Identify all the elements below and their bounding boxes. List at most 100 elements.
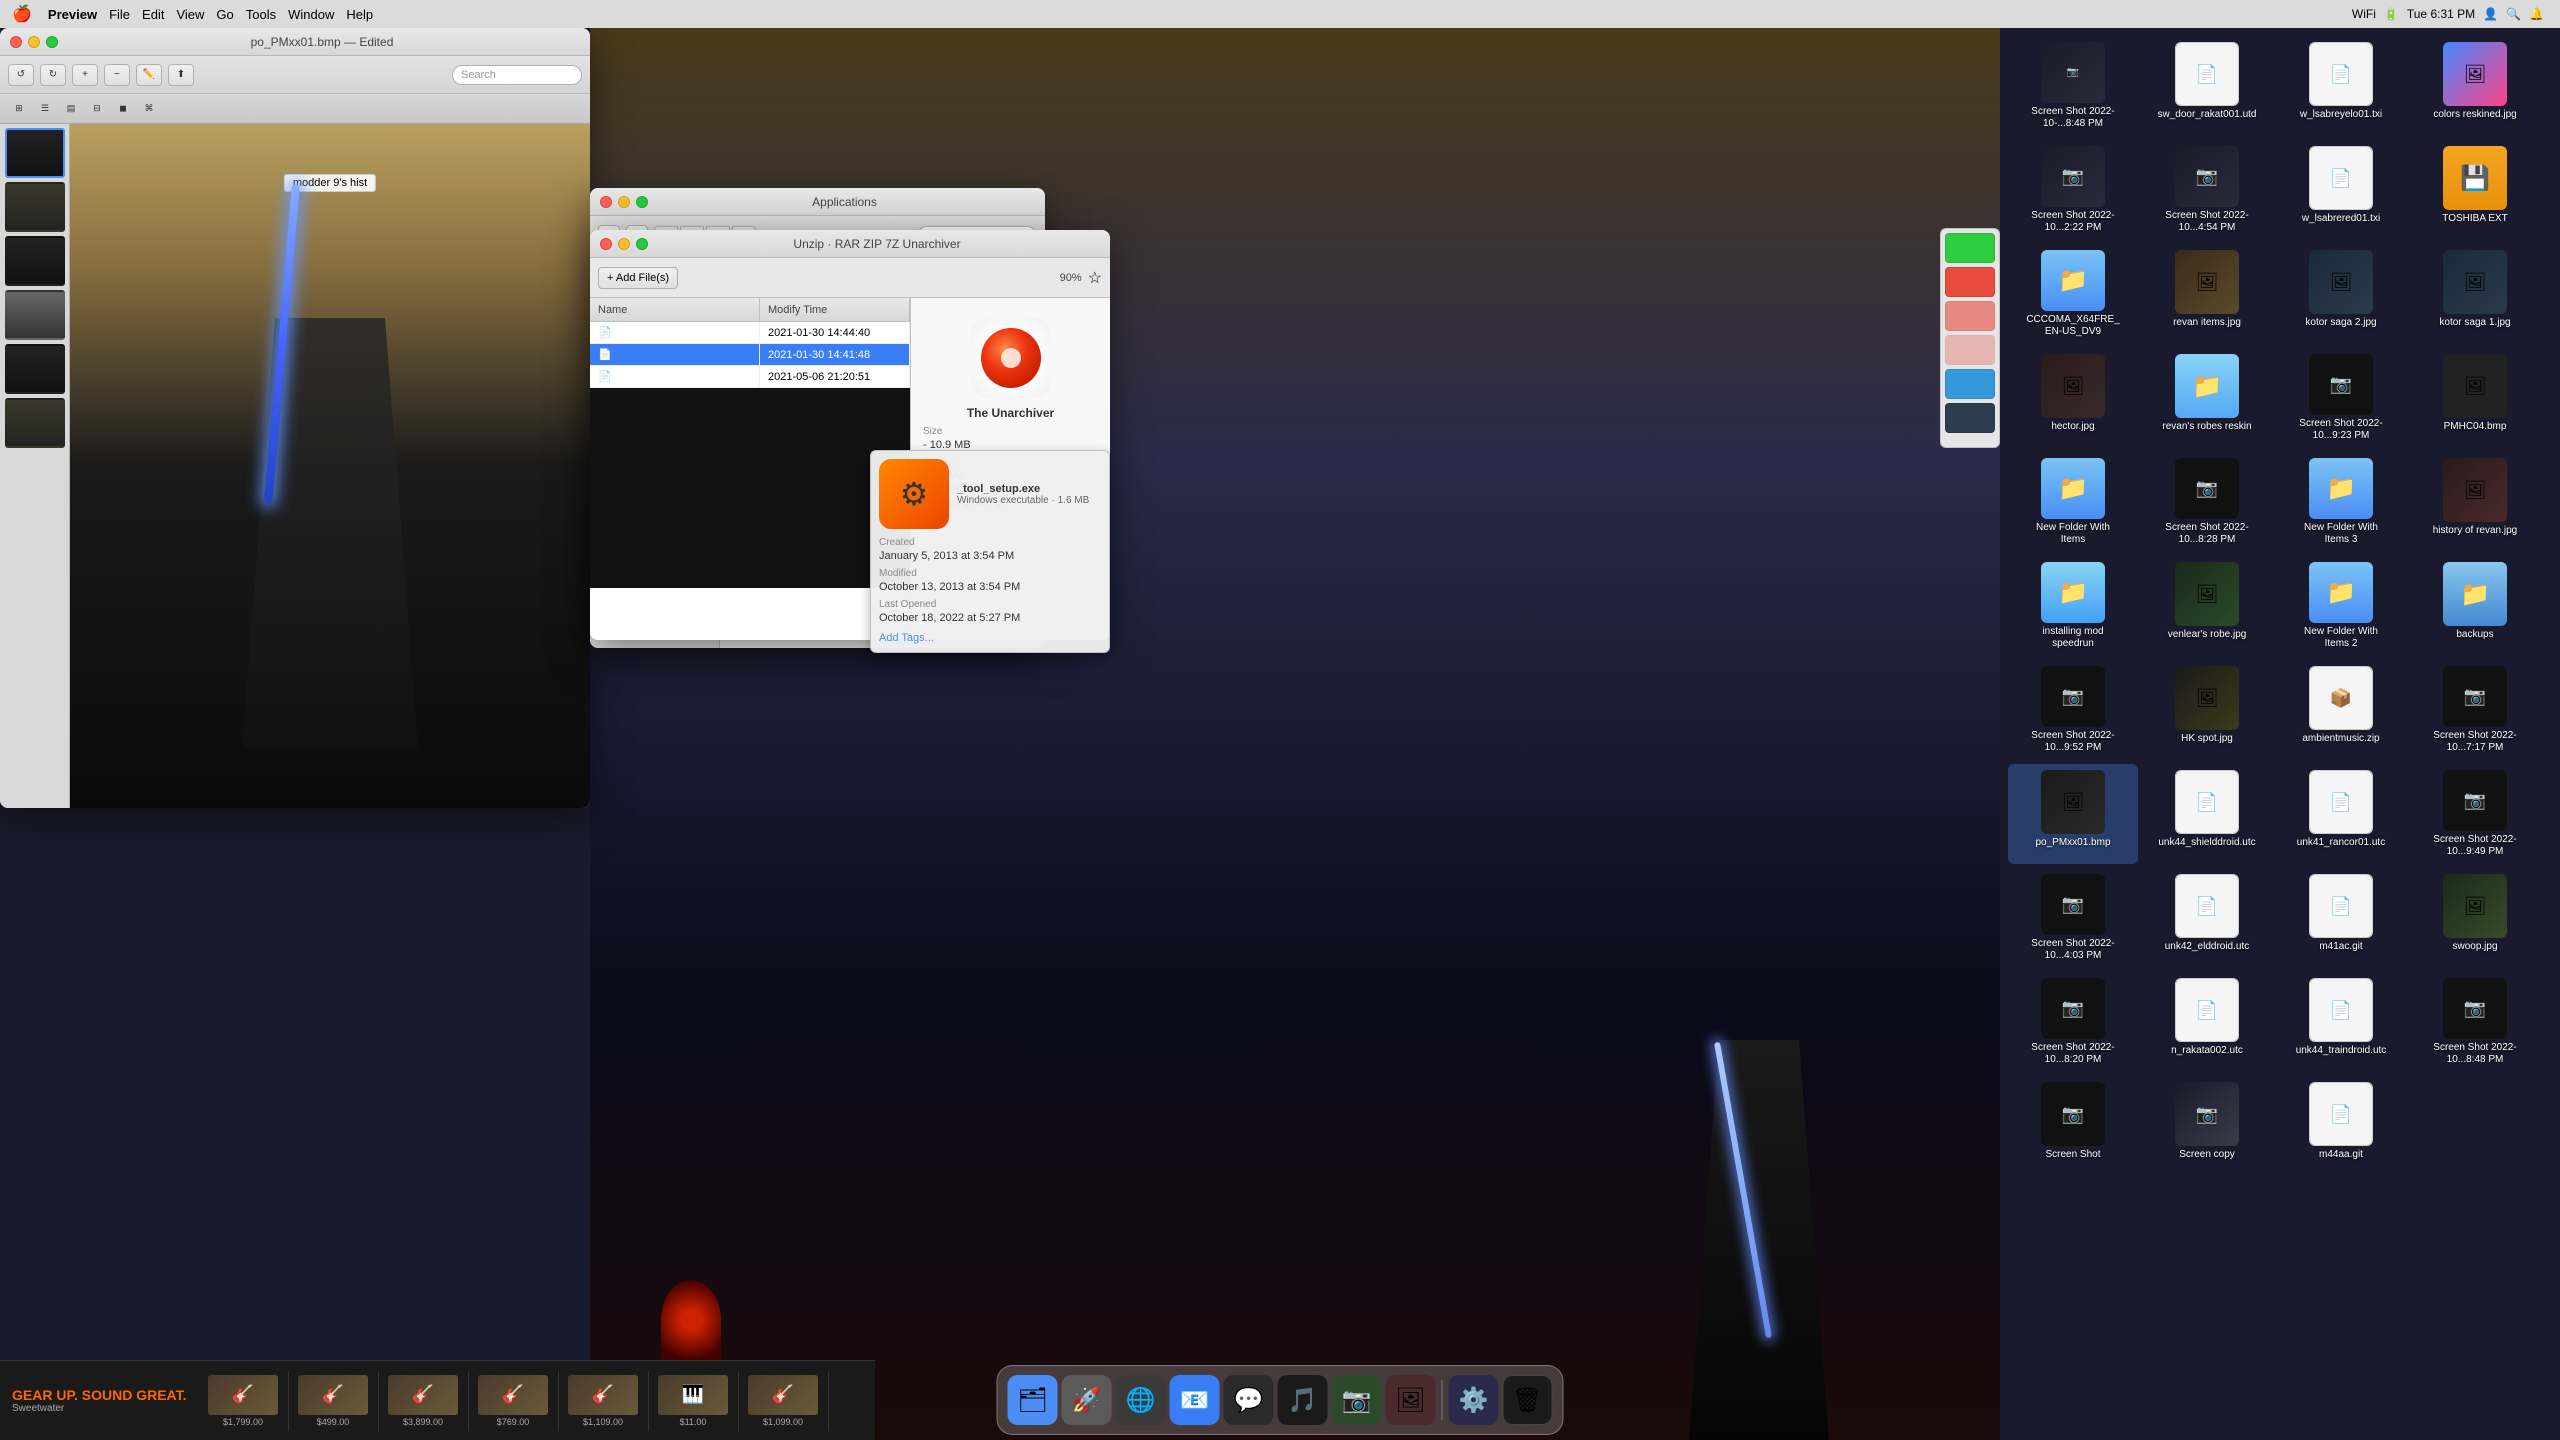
menubar-user[interactable]: 👤 xyxy=(2483,7,2498,21)
finder-minimize[interactable] xyxy=(618,196,630,208)
close-button[interactable] xyxy=(10,36,22,48)
menubar-battery[interactable]: 🔋 xyxy=(2384,7,2399,21)
ad-item-7[interactable]: 🎸 $1,099.00 xyxy=(739,1371,829,1431)
add-files-button[interactable]: + Add File(s) xyxy=(598,267,678,289)
unarchiver-star[interactable]: ☆ xyxy=(1088,268,1102,288)
app-menu-preview[interactable]: Preview xyxy=(48,7,97,22)
thumb-5[interactable] xyxy=(5,344,65,394)
menubar-wifi[interactable]: WiFi xyxy=(2352,7,2376,21)
minimize-button[interactable] xyxy=(28,36,40,48)
col-name[interactable]: Name xyxy=(590,298,760,321)
desktop-icon-colors[interactable]: 🖼 colors reskined.jpg xyxy=(2410,36,2540,136)
desktop-icon-new-folder-2[interactable]: 📁 New Folder With Items 2 xyxy=(2276,556,2406,656)
desktop-icon-new-folder-1[interactable]: 📁 New Folder With Items xyxy=(2008,452,2138,552)
menu-window[interactable]: Window xyxy=(288,7,334,22)
menu-tools[interactable]: Tools xyxy=(246,7,276,22)
apple-menu-icon[interactable]: 🍎 xyxy=(12,4,32,24)
dock-finder[interactable]: 🗂 xyxy=(1008,1375,1058,1425)
desktop-icon-n-rakata[interactable]: 📄 n_rakata002.utc xyxy=(2142,972,2272,1072)
desktop-icon-screen-copy[interactable]: 📷 Screen copy xyxy=(2142,1076,2272,1176)
toolbar-share[interactable]: ⬆ xyxy=(168,64,194,86)
thumb-1[interactable] xyxy=(5,128,65,178)
dock-preview[interactable]: 🖼 xyxy=(1386,1375,1436,1425)
dock-launchpad[interactable]: 🚀 xyxy=(1062,1375,1112,1425)
thumb-3[interactable] xyxy=(5,236,65,286)
desktop-icon-screenshot-3[interactable]: 📷 Screen Shot 2022-10...4:54 PM xyxy=(2142,140,2272,240)
desktop-icon-hk-spot[interactable]: 🖼 HK spot.jpg xyxy=(2142,660,2272,760)
tb2-list[interactable]: ☰ xyxy=(34,99,56,119)
desktop-icon-screenshot-1[interactable]: 📷 Screen Shot 2022-10-...8:48 PM xyxy=(2008,36,2138,136)
desktop-icon-hector[interactable]: 🖼 hector.jpg xyxy=(2008,348,2138,448)
toolbar-rotate-right[interactable]: ↻ xyxy=(40,64,66,86)
desktop-icon-screenshot-820[interactable]: 📷 Screen Shot 2022-10...8:20 PM xyxy=(2008,972,2138,1072)
color-light-red[interactable] xyxy=(1945,301,1995,331)
tb2-cover[interactable]: ⊟ xyxy=(86,99,108,119)
desktop-icon-sw-door[interactable]: 📄 sw_door_rakat001.utd xyxy=(2142,36,2272,136)
menu-file[interactable]: File xyxy=(109,7,130,22)
add-tags-link[interactable]: Add Tags... xyxy=(879,632,1101,644)
desktop-icon-kotor1[interactable]: 🖼 kotor saga 1.jpg xyxy=(2410,244,2540,344)
desktop-icon-unk44-shield[interactable]: 📄 unk44_shielddroid.utc xyxy=(2142,764,2272,864)
ad-item-5[interactable]: 🎸 $1,109.00 xyxy=(559,1371,649,1431)
thumb-4[interactable] xyxy=(5,290,65,340)
tb2-fill[interactable]: ◼ xyxy=(112,99,134,119)
dock-messages[interactable]: 💬 xyxy=(1224,1375,1274,1425)
finder-close[interactable] xyxy=(600,196,612,208)
preview-search[interactable]: Search xyxy=(452,65,582,85)
list-row-2[interactable]: 📄 2021-05-06 21:20:51 xyxy=(590,366,910,388)
desktop-icon-new-folder-3[interactable]: 📁 New Folder With Items 3 xyxy=(2276,452,2406,552)
menubar-notification[interactable]: 🔔 xyxy=(2529,7,2544,21)
desktop-icon-screenshot-428[interactable]: 📷 Screen Shot 2022-10...8:28 PM xyxy=(2142,452,2272,552)
tb2-grid[interactable]: ⊞ xyxy=(8,99,30,119)
desktop-icon-pmhc04[interactable]: 🖼 PMHC04.bmp xyxy=(2410,348,2540,448)
color-red[interactable] xyxy=(1945,267,1995,297)
desktop-icon-kotor2[interactable]: 🖼 kotor saga 2.jpg xyxy=(2276,244,2406,344)
preview-thumbnail-sidebar[interactable] xyxy=(0,124,70,808)
finder-maximize[interactable] xyxy=(636,196,648,208)
desktop-icon-lsabreyelo[interactable]: 📄 w_lsabreyelo01.txi xyxy=(2276,36,2406,136)
menu-help[interactable]: Help xyxy=(346,7,373,22)
toolbar-markup[interactable]: ✏️ xyxy=(136,64,162,86)
tb2-annotate[interactable]: ⌘ xyxy=(138,99,160,119)
list-row-1[interactable]: 📄 2021-01-30 14:41:48 xyxy=(590,344,910,366)
dock-system-prefs[interactable]: ⚙️ xyxy=(1449,1375,1499,1425)
unarchiver-minimize[interactable] xyxy=(618,238,630,250)
ad-item-4[interactable]: 🎸 $769.00 xyxy=(469,1371,559,1431)
thumb-2[interactable] xyxy=(5,182,65,232)
color-blue[interactable] xyxy=(1945,369,1995,399)
dock-safari[interactable]: 🌐 xyxy=(1116,1375,1166,1425)
desktop-icon-screenshot-717[interactable]: 📷 Screen Shot 2022-10...7:17 PM xyxy=(2410,660,2540,760)
desktop-icon-ambientmusic[interactable]: 📦 ambientmusic.zip xyxy=(2276,660,2406,760)
color-dark[interactable] xyxy=(1945,403,1995,433)
ad-item-2[interactable]: 🎸 $499.00 xyxy=(289,1371,379,1431)
color-pale-red[interactable] xyxy=(1945,335,1995,365)
desktop-icon-screenshot-last[interactable]: 📷 Screen Shot xyxy=(2008,1076,2138,1176)
desktop-icon-m41ac[interactable]: 📄 m41ac.git xyxy=(2276,868,2406,968)
ad-item-3[interactable]: 🎸 $3,899.00 xyxy=(379,1371,469,1431)
menu-edit[interactable]: Edit xyxy=(142,7,164,22)
desktop-icon-history-revan[interactable]: 🖼 history of revan.jpg xyxy=(2410,452,2540,552)
menu-go[interactable]: Go xyxy=(216,7,233,22)
unarchiver-close[interactable] xyxy=(600,238,612,250)
thumb-6[interactable] xyxy=(5,398,65,448)
desktop-icon-revan-items[interactable]: 🖼 revan items.jpg xyxy=(2142,244,2272,344)
ad-item-6[interactable]: 🎹 $11.00 xyxy=(649,1371,739,1431)
dock-mail[interactable]: 📧 xyxy=(1170,1375,1220,1425)
tb2-columns[interactable]: ▤ xyxy=(60,99,82,119)
desktop-icon-screenshot-952[interactable]: 📷 Screen Shot 2022-10...9:52 PM xyxy=(2008,660,2138,760)
desktop-icon-pmxx01[interactable]: 🖼 po_PMxx01.bmp xyxy=(2008,764,2138,864)
desktop-icon-toshiba[interactable]: 💾 TOSHIBA EXT xyxy=(2410,140,2540,240)
toolbar-zoom-in[interactable]: + xyxy=(72,64,98,86)
dock-itunes[interactable]: 🎵 xyxy=(1278,1375,1328,1425)
menu-view[interactable]: View xyxy=(176,7,204,22)
desktop-icon-unk42-eld[interactable]: 📄 unk42_elddroid.utc xyxy=(2142,868,2272,968)
desktop-icon-swoop[interactable]: 🖼 swoop.jpg xyxy=(2410,868,2540,968)
desktop-icon-unk41-rancor[interactable]: 📄 unk41_rancor01.utc xyxy=(2276,764,2406,864)
desktop-icon-cccoma[interactable]: 📁 CCCOMA_X64FRE_EN-US_DV9 xyxy=(2008,244,2138,344)
desktop-icon-unk44-train[interactable]: 📄 unk44_traindroid.utc xyxy=(2276,972,2406,1072)
dock-photos[interactable]: 📷 xyxy=(1332,1375,1382,1425)
desktop-icon-m44aa[interactable]: 📄 m44aa.git xyxy=(2276,1076,2406,1176)
toolbar-rotate-left[interactable]: ↺ xyxy=(8,64,34,86)
col-modify-time[interactable]: Modify Time xyxy=(760,298,910,321)
maximize-button[interactable] xyxy=(46,36,58,48)
